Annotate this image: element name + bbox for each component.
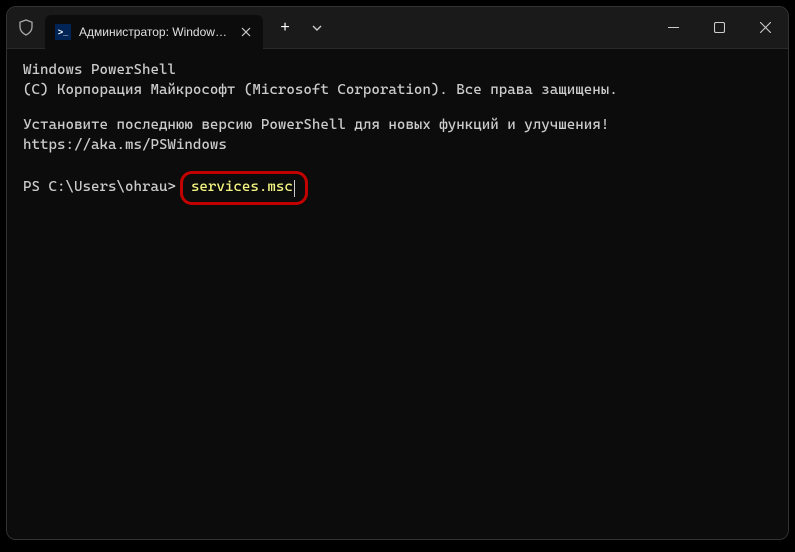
new-tab-button[interactable]: + xyxy=(269,12,301,44)
terminal-window: >_ Администратор: Windows PowerShell + xyxy=(6,6,789,540)
maximize-button[interactable] xyxy=(696,7,742,48)
titlebar-left: >_ Администратор: Windows PowerShell + xyxy=(7,7,333,48)
tab-dropdown-button[interactable] xyxy=(301,12,333,44)
prompt-text: PS C:\Users\ohrau> xyxy=(23,178,176,198)
window-controls xyxy=(650,7,788,48)
tab-title: Администратор: Windows PowerShell xyxy=(79,25,229,39)
terminal-output[interactable]: Windows PowerShell (C) Корпорация Майкро… xyxy=(7,49,788,539)
output-line: (C) Корпорация Майкрософт (Microsoft Cor… xyxy=(23,81,772,101)
powershell-icon: >_ xyxy=(55,24,71,40)
tab-close-button[interactable] xyxy=(237,23,255,41)
prompt-line: PS C:\Users\ohrau> services.msc xyxy=(23,171,772,205)
output-line: Установите последнюю версию PowerShell д… xyxy=(23,116,772,155)
output-line: Windows PowerShell xyxy=(23,61,772,81)
command-text: services.msc xyxy=(191,178,293,198)
titlebar: >_ Администратор: Windows PowerShell + xyxy=(7,7,788,49)
cursor xyxy=(294,180,296,197)
tab-active[interactable]: >_ Администратор: Windows PowerShell xyxy=(45,15,263,49)
app-shield-icon xyxy=(7,7,45,48)
minimize-button[interactable] xyxy=(650,7,696,48)
command-highlight: services.msc xyxy=(180,171,308,205)
close-button[interactable] xyxy=(742,7,788,48)
